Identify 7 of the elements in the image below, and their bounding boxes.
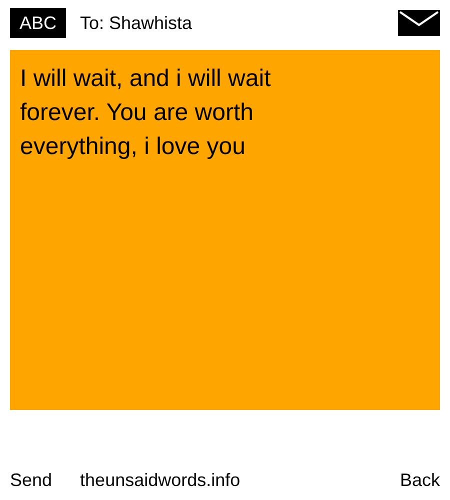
back-link[interactable]: Back [400, 467, 440, 494]
envelope-icon[interactable] [398, 10, 440, 36]
send-link[interactable]: Send [10, 467, 52, 494]
site-label: theunsaidwords.info [80, 469, 240, 492]
message-text: I will wait, and i will wait forever. You are worth everything, i love you [20, 64, 272, 162]
abc-badge: ABC [10, 8, 66, 38]
recipient-label: To: Shawhista [80, 12, 192, 34]
